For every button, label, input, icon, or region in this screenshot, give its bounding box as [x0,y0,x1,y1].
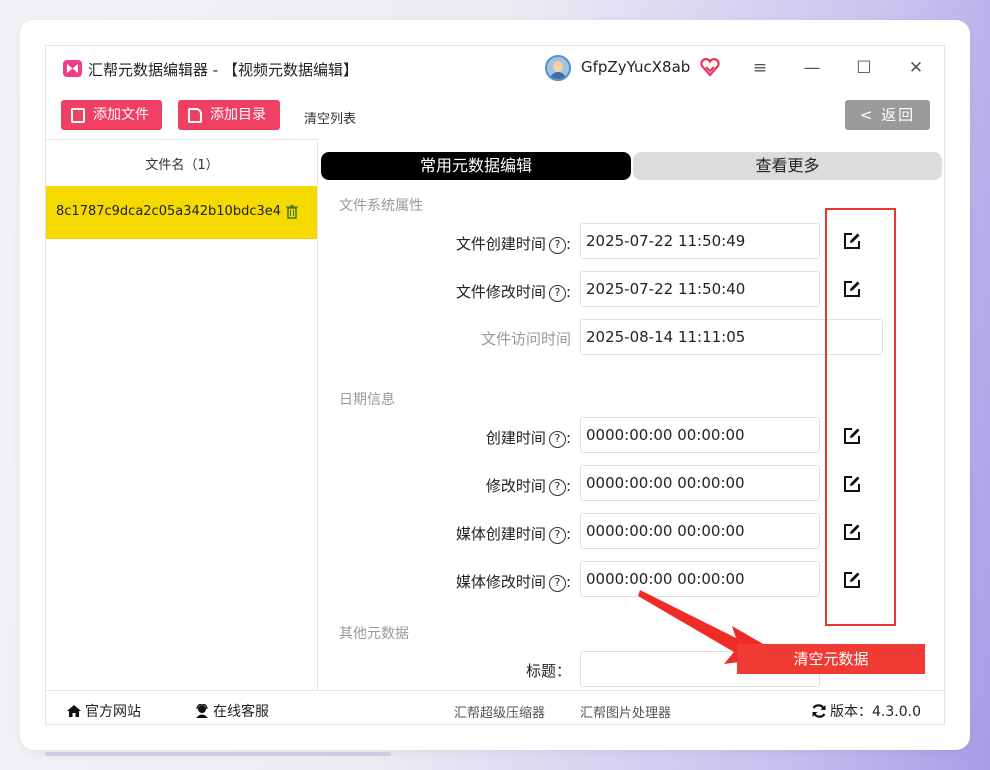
file-list-header: 文件名（1） [145,158,219,173]
online-service-label: 在线客服 [213,704,269,720]
window-title: 汇帮元数据编辑器 - 【视频元数据编辑】 [88,61,358,79]
tab-view-more[interactable]: 查看更多 [633,152,942,180]
field-label-fs-modified: 文件修改时间?: [336,281,571,302]
file-name: 8c1787c9dca2c05a342b10bdc3e4 [56,204,282,219]
field-label-text: 文件修改时间 [455,283,546,301]
field-label-text: 媒体创建时间 [455,525,546,543]
field-label-text: 文件创建时间 [455,235,546,253]
field-label-text: 媒体修改时间 [455,573,546,591]
help-icon[interactable]: ? [548,527,566,544]
help-icon[interactable]: ? [548,575,566,592]
add-file-label: 添加文件 [93,107,149,123]
username[interactable]: GfpZyYucX8ab [581,58,690,76]
official-website-label: 官方网站 [85,704,141,720]
field-label-text: 标题： [525,662,571,680]
support-agent-icon [196,704,208,718]
section-other-metadata: 其他元数据 [339,626,409,642]
title-bar: 汇帮元数据编辑器 - 【视频元数据编辑】 GfpZyYucX8ab ≡ — ☐ … [46,46,944,91]
field-label-modified: 修改时间?: [336,475,571,496]
modified-input[interactable]: 0000:00:00 00:00:00 [580,465,820,501]
colon: : [565,525,571,543]
add-directory-button[interactable]: 添加目录 [178,100,280,130]
close-button[interactable]: ✕ [902,56,930,80]
file-list-panel: 文件名（1） 8c1787c9dca2c05a342b10bdc3e4 [46,139,318,690]
field-label-text: 文件访问时间 [480,330,571,348]
field-label-created: 创建时间?: [336,427,571,448]
help-icon[interactable]: ? [548,431,566,448]
media-created-input[interactable]: 0000:00:00 00:00:00 [580,513,820,549]
help-icon[interactable]: ? [548,285,566,302]
field-label-title: 标题： [336,660,571,681]
field-label-fs-created: 文件创建时间?: [336,233,571,254]
clear-metadata-button[interactable]: 清空元数据 [737,644,925,674]
metadata-tabs: 常用元数据编辑 查看更多 [321,152,944,182]
tab-common-metadata[interactable]: 常用元数据编辑 [321,152,631,180]
image-tool-link[interactable]: 汇帮图片处理器 [580,702,671,721]
clear-list-button[interactable]: 清空列表 [304,108,356,127]
colon: : [565,573,571,591]
menu-button[interactable]: ≡ [746,56,774,80]
list-item[interactable]: 8c1787c9dca2c05a342b10bdc3e4 [46,186,317,239]
maximize-button[interactable]: ☐ [850,56,878,80]
official-website-link[interactable]: 官方网站 [66,701,141,721]
trash-icon[interactable] [286,205,298,219]
add-folder-icon [188,108,202,123]
colon: : [565,429,571,447]
field-label-text: 修改时间 [485,477,546,495]
home-icon [67,705,81,717]
colon: : [565,235,571,253]
help-icon[interactable]: ? [548,237,566,254]
refresh-icon [812,704,826,718]
colon: : [565,477,571,495]
field-label-media-modified: 媒体修改时间?: [336,571,571,592]
user-avatar[interactable] [545,55,571,81]
compressor-link[interactable]: 汇帮超级压缩器 [454,702,545,721]
online-service-link[interactable]: 在线客服 [194,701,269,721]
fs-modified-input[interactable]: 2025-07-22 11:50:40 [580,271,820,307]
minimize-button[interactable]: — [798,56,826,80]
scroll-strip [45,752,391,756]
version-info[interactable]: 版本：4.3.0.0 [811,701,921,721]
section-fs-attributes: 文件系统属性 [339,198,423,214]
add-file-button[interactable]: 添加文件 [61,100,162,130]
colon: : [565,283,571,301]
edit-icons-highlight [825,208,896,626]
help-icon[interactable]: ? [548,479,566,496]
field-label-fs-accessed: 文件访问时间 [336,328,571,349]
section-date-info: 日期信息 [339,392,395,408]
field-label-text: 创建时间 [485,429,546,447]
add-directory-label: 添加目录 [210,107,266,123]
field-label-media-created: 媒体创建时间?: [336,523,571,544]
back-button[interactable]: < 返回 [845,100,930,130]
version-label: 版本：4.3.0.0 [830,704,921,720]
app-window: 汇帮元数据编辑器 - 【视频元数据编辑】 GfpZyYucX8ab ≡ — ☐ … [45,45,945,725]
app-logo-icon [63,60,82,77]
created-input[interactable]: 0000:00:00 00:00:00 [580,417,820,453]
toolbar: 添加文件 添加目录 清空列表 < 返回 [46,91,944,139]
add-file-icon [71,108,85,123]
fs-created-input[interactable]: 2025-07-22 11:50:49 [580,223,820,259]
footer: 官方网站 在线客服 汇帮超级压缩器 汇帮图片处理器 版本：4.3.0.0 [46,690,944,724]
vip-heart-icon[interactable] [700,58,720,77]
